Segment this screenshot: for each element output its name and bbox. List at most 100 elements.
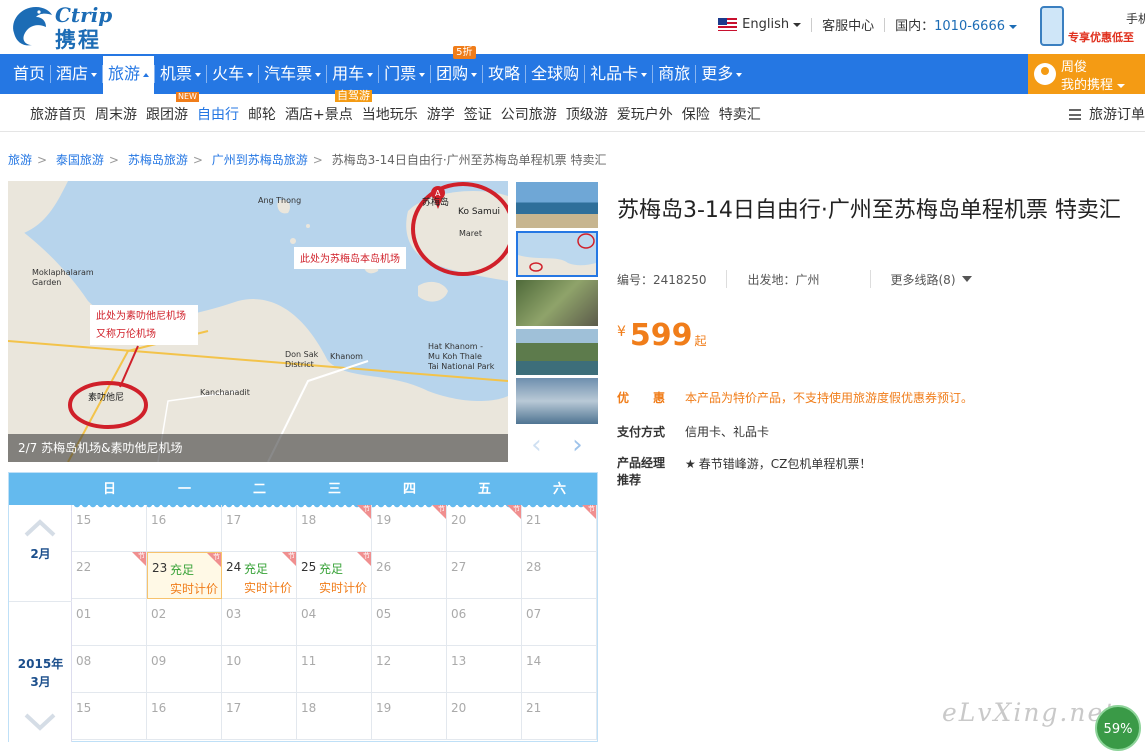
- travel-orders-link[interactable]: 旅游订单: [1069, 104, 1145, 124]
- manager-recommendation: ★ 春节错峰游，CZ包机单程机票！: [685, 457, 872, 471]
- discount-label: 优 惠: [617, 391, 666, 405]
- subnav-item[interactable]: 保险: [682, 104, 710, 124]
- calendar-day: 15: [72, 505, 147, 552]
- photo-thumbnail[interactable]: [516, 329, 598, 375]
- thumbnail-nav: ‹ ›: [516, 427, 598, 462]
- holiday-tag-icon: 节: [282, 552, 296, 566]
- subnav-item[interactable]: 当地玩乐: [362, 104, 418, 124]
- subnav-item[interactable]: 跟团游 NEW: [146, 92, 199, 124]
- nav-item[interactable]: 礼品卡: [585, 54, 652, 94]
- subnav-item[interactable]: 顶级游: [566, 104, 608, 124]
- subnav-item[interactable]: 周末游: [95, 104, 137, 124]
- discount-badge: 5折: [453, 46, 476, 59]
- airport-map: A 苏梅岛 Ko Samui Maret 此处为苏梅岛本岛机场 此处为素叻他尼机…: [8, 181, 508, 462]
- availability-status: 充足: [244, 562, 269, 576]
- map-label: Maret: [459, 229, 482, 238]
- subnav-item[interactable]: 旅游首页: [30, 104, 86, 124]
- service-center-link[interactable]: 客服中心: [822, 15, 874, 34]
- subnav-item[interactable]: 游学: [427, 104, 455, 124]
- nav-item[interactable]: 酒店: [51, 54, 102, 94]
- subnav-item[interactable]: 自由行: [197, 104, 239, 124]
- calendar-day: 14: [522, 646, 597, 693]
- dolphin-icon: [13, 7, 52, 46]
- calendar-day: 15: [72, 693, 147, 740]
- weekday-label: 四: [402, 482, 416, 497]
- product-title: 苏梅岛3-14日自由行·广州至苏梅岛单程机票 特卖汇: [617, 198, 1121, 223]
- chevron-down-icon: [247, 72, 254, 77]
- photo-thumbnail[interactable]: [516, 182, 598, 228]
- subnav-item[interactable]: 邮轮: [248, 104, 276, 124]
- nav-item[interactable]: 全球购: [526, 54, 584, 94]
- ctrip-logo[interactable]: Ctrip 携程: [8, 3, 133, 52]
- chevron-down-icon: [1117, 83, 1126, 88]
- calendar-day: 13: [447, 646, 522, 693]
- price-calendar: 日一二三四五六 2月 2015年 3月 15 16 17 18 节 19 节 20 节 21 节 22 节…: [8, 472, 598, 742]
- calendar-day: 10: [222, 646, 297, 693]
- map-thumbnail: [518, 233, 596, 275]
- breadcrumb-link[interactable]: 苏梅岛旅游: [128, 153, 188, 167]
- day-price: 实时计价: [244, 581, 293, 595]
- map-label: Mu Koh Thale: [428, 352, 482, 361]
- mobile-app-promo[interactable]: 手机 专享优惠低至: [1040, 6, 1145, 48]
- subnav-item[interactable]: 特卖汇: [719, 104, 761, 124]
- nav-item[interactable]: 汽车票: [259, 54, 326, 94]
- calendar-day: 08: [72, 646, 147, 693]
- prev-thumb-button[interactable]: ‹: [531, 430, 541, 460]
- breadcrumb: 旅游 > 泰国旅游 > 苏梅岛旅游 > 广州到苏梅岛旅游 > 苏梅岛3-14日自由行·广…: [8, 153, 607, 167]
- day-price: 实时计价: [170, 582, 219, 596]
- nav-item[interactable]: 旅游: [103, 56, 155, 94]
- photo-thumbnail[interactable]: [516, 378, 598, 424]
- subnav-item[interactable]: 公司旅游: [501, 104, 557, 124]
- main-photo[interactable]: A 苏梅岛 Ko Samui Maret 此处为苏梅岛本岛机场 此处为素叻他尼机…: [8, 181, 508, 462]
- calendar-day-available[interactable]: 23 充足 实时计价节: [147, 552, 222, 599]
- chevron-down-icon: [1009, 24, 1017, 29]
- calendar-day: 18 节: [297, 505, 372, 552]
- breadcrumb-link[interactable]: 泰国旅游: [56, 153, 104, 167]
- more-routes-dropdown[interactable]: 更多线路(8): [891, 271, 972, 288]
- day-price: 实时计价: [319, 581, 368, 595]
- hotline[interactable]: 国内：1010-6666: [895, 15, 1017, 34]
- nav-item[interactable]: 门票: [379, 54, 430, 94]
- chevron-down-icon: [471, 72, 478, 77]
- chevron-up-icon[interactable]: [24, 519, 56, 537]
- subnav-item[interactable]: 爱玩户外: [617, 104, 673, 124]
- nav-item[interactable]: 商旅: [653, 54, 695, 94]
- photo-thumbnail-selected[interactable]: [516, 231, 598, 277]
- user-menu[interactable]: 周俊 我的携程: [1028, 54, 1145, 94]
- payment-methods: 信用卡、礼品卡: [685, 425, 770, 439]
- weekday-label: 五: [477, 482, 491, 497]
- month-column: 2月 2015年 3月: [9, 505, 72, 742]
- nav-item[interactable]: 用车: [327, 54, 378, 94]
- calendar-day: 05: [372, 599, 447, 646]
- map-label: Kanchanadit: [200, 388, 250, 397]
- chevron-down-icon[interactable]: [24, 713, 56, 731]
- nav-item[interactable]: 机票: [155, 54, 206, 94]
- calendar-day: 03: [222, 599, 297, 646]
- holiday-tag-icon: 节: [357, 552, 371, 566]
- photo-thumbnail[interactable]: [516, 280, 598, 326]
- map-note: 此处为苏梅岛本岛机场: [300, 252, 400, 265]
- scroll-progress-button[interactable]: 59%: [1095, 705, 1141, 751]
- calendar-day-available[interactable]: 24 充足 实时计价节: [222, 552, 297, 599]
- breadcrumb-link[interactable]: 广州到苏梅岛旅游: [212, 153, 308, 167]
- subnav-item[interactable]: 酒店+景点 自驾游: [285, 90, 372, 124]
- nav-item[interactable]: 更多: [696, 54, 747, 94]
- payment-label: 支付方式: [617, 425, 666, 439]
- nav-item[interactable]: 团购 5折: [431, 46, 482, 94]
- map-label: Hat Khanom -: [428, 342, 483, 351]
- language-switch[interactable]: English: [742, 17, 802, 32]
- self-drive-badge: 自驾游: [335, 89, 372, 102]
- breadcrumb-link[interactable]: 旅游: [8, 153, 32, 167]
- subnav-item[interactable]: 签证: [464, 104, 492, 124]
- nav-item[interactable]: 首页: [8, 54, 50, 94]
- nav-item[interactable]: 火车: [207, 54, 258, 94]
- map-label: District: [285, 360, 314, 369]
- calendar-day: 17: [222, 505, 297, 552]
- my-ctrip-link[interactable]: 我的携程: [1061, 74, 1126, 93]
- mobile-title: 手机: [1126, 12, 1145, 26]
- holiday-tag-icon: 节: [507, 505, 521, 519]
- nav-item[interactable]: 攻略: [483, 54, 525, 94]
- sub-nav: 旅游首页 周末游 跟团游 NEW 自由行 邮轮 酒店+景点 自驾游 当地玩乐 游学 签证 公司旅游 顶级…: [0, 90, 1145, 132]
- calendar-day-available[interactable]: 25 充足 实时计价节: [297, 552, 372, 599]
- next-thumb-button[interactable]: ›: [572, 430, 582, 460]
